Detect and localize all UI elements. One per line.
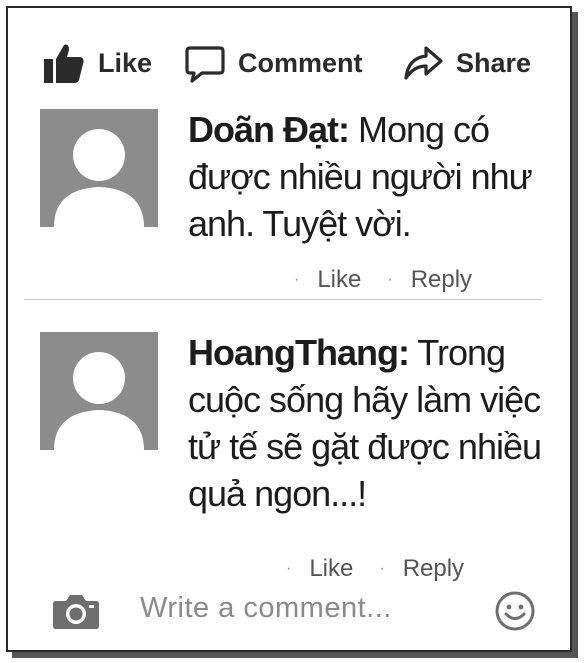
separator-dot: ·	[379, 560, 385, 577]
comment-text-line: được nhiều người như	[188, 156, 533, 197]
comment-like-link[interactable]: Like	[309, 555, 353, 583]
post-action-bar: Like Comment Share	[36, 38, 536, 88]
comment-author[interactable]: HoangThang:	[188, 332, 410, 373]
default-user-icon	[40, 332, 158, 450]
comment-reply-link[interactable]: Reply	[411, 266, 472, 294]
avatar[interactable]	[40, 109, 158, 227]
separator-dot: ·	[294, 271, 300, 288]
default-user-icon	[40, 109, 158, 227]
speech-bubble-icon	[185, 46, 225, 83]
comment-author[interactable]: Doãn Đạt:	[188, 109, 350, 150]
comment-text-line: Trong	[408, 332, 506, 373]
comment-like-link[interactable]: Like	[317, 266, 361, 294]
comment-divider	[24, 299, 542, 300]
camera-button[interactable]	[52, 592, 100, 635]
comment-actions: · Like · Reply	[286, 555, 464, 583]
comment-button[interactable]: Comment	[184, 38, 363, 88]
separator-dot: ·	[286, 560, 292, 577]
share-button[interactable]: Share	[402, 38, 531, 88]
share-label: Share	[456, 47, 532, 78]
comment-text-line: cuộc sống hãy làm việc	[188, 379, 541, 420]
comment-composer: Write a comment...	[50, 586, 544, 636]
comment-text-line: anh. Tuyệt vời.	[188, 203, 412, 244]
comment-text-line: Mong có	[349, 109, 490, 150]
like-button[interactable]: Like	[42, 38, 152, 88]
thumbs-up-icon	[44, 44, 84, 83]
emoji-icon	[495, 591, 535, 631]
emoji-button[interactable]	[494, 590, 536, 637]
comment-text-line: quả ngon...!	[188, 473, 367, 514]
comment-actions: · Like · Reply	[294, 266, 472, 294]
comment-text-line: tử tế sẽ gặt được nhiều	[188, 426, 542, 467]
comment-input[interactable]: Write a comment...	[140, 592, 392, 625]
share-arrow-icon	[404, 46, 443, 80]
separator-dot: ·	[387, 271, 393, 288]
avatar[interactable]	[40, 332, 158, 450]
camera-icon	[53, 595, 99, 629]
like-label: Like	[98, 47, 153, 78]
comment-label: Comment	[238, 47, 363, 78]
comment-reply-link[interactable]: Reply	[403, 555, 464, 583]
